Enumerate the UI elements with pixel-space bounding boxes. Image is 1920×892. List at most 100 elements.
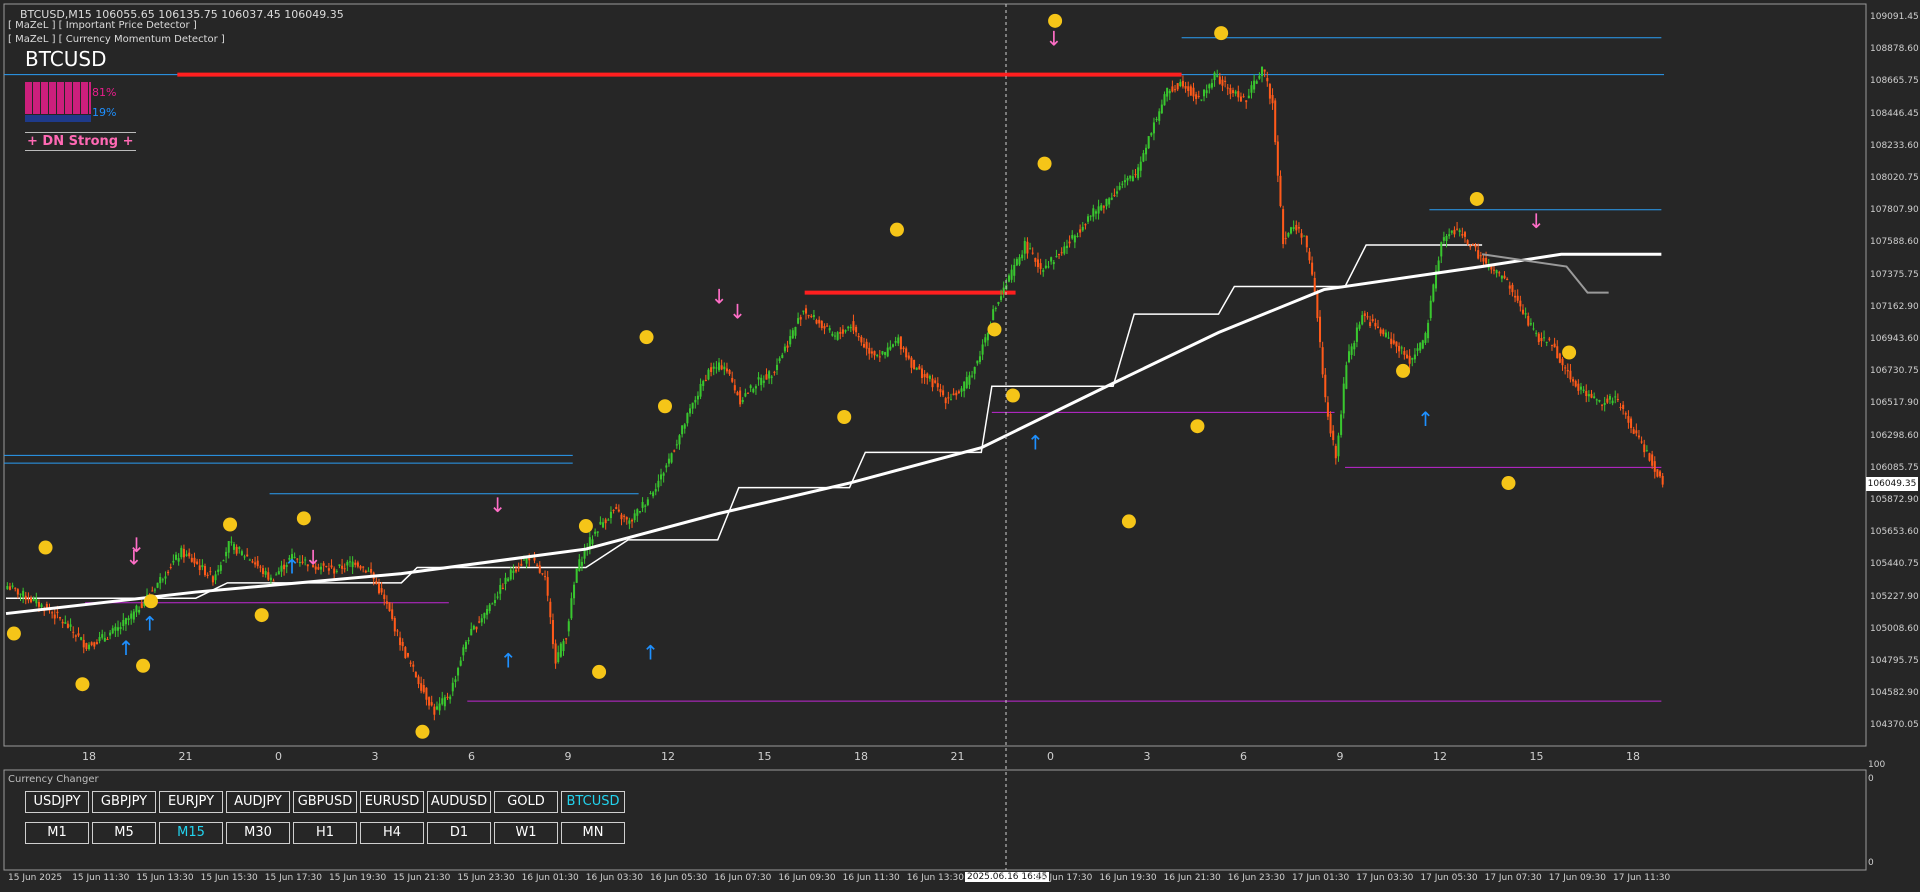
signal-dot-icon (136, 658, 151, 673)
candle-body (1585, 390, 1588, 396)
candle-body (1205, 90, 1208, 94)
candle-body (1092, 208, 1095, 217)
symbol-button-btcusd[interactable]: BTCUSD (561, 791, 625, 813)
timeframe-button-m15[interactable]: M15 (159, 822, 223, 844)
candle-body (127, 618, 130, 621)
candle-body (1218, 76, 1221, 84)
candle-body (359, 566, 362, 569)
candle-body (612, 509, 615, 511)
price-axis-label: 105227.90 (1870, 591, 1919, 602)
candle-body (646, 499, 649, 506)
projection-line (1481, 253, 1609, 294)
candle-body (190, 557, 193, 562)
candle-body (488, 604, 491, 611)
timeframe-button-w1[interactable]: W1 (494, 822, 558, 844)
candle-body (602, 522, 605, 528)
candle-body (393, 618, 396, 632)
sub-axis-bottom: 0 (1868, 858, 1874, 868)
candle-body (409, 662, 412, 664)
candle-body (1152, 122, 1155, 134)
timeframe-button-m5[interactable]: M5 (92, 822, 156, 844)
signal-dot-icon (1037, 156, 1052, 171)
candle-body (177, 558, 180, 562)
candle-body (1187, 86, 1190, 92)
time-axis-label: 16 Jun 03:30 (585, 873, 643, 883)
candle-body (438, 703, 441, 711)
candle-body (857, 336, 860, 338)
symbol-button-gold[interactable]: GOLD (494, 791, 558, 813)
buy-arrow-icon: ↑ (1027, 430, 1044, 454)
candle-body (541, 573, 544, 575)
hour-axis-label: 12 (661, 750, 675, 763)
candle-body (203, 566, 207, 576)
symbol-button-gbpusd[interactable]: GBPUSD (293, 791, 357, 813)
candle-body (976, 360, 979, 364)
candle-body (820, 320, 823, 328)
candle-body (1126, 178, 1129, 181)
candle-body (301, 561, 304, 563)
candle-body (1068, 241, 1071, 244)
timeframe-button-d1[interactable]: D1 (427, 822, 491, 844)
candle-body (61, 621, 64, 624)
candle-body (32, 598, 35, 601)
candle-body (836, 332, 839, 340)
candle-body (182, 548, 185, 558)
symbol-button-audusd[interactable]: AUDUSD (427, 791, 491, 813)
candle-body (1171, 86, 1174, 92)
candle-body (575, 568, 578, 583)
symbol-button-eurjpy[interactable]: EURJPY (159, 791, 223, 813)
time-axis-label: 16 Jun 01:30 (521, 873, 579, 883)
candle-body (1039, 263, 1042, 269)
symbol-button-usdjpy[interactable]: USDJPY (25, 791, 89, 813)
candle-body (1276, 141, 1279, 176)
candle-body (1239, 96, 1242, 102)
candle-body (77, 633, 80, 636)
time-axis-label: 15 Jun 21:30 (393, 873, 451, 883)
candle-body (1508, 285, 1511, 289)
candle-body (1637, 435, 1640, 438)
candle-body (88, 644, 91, 650)
timeframe-button-h1[interactable]: H1 (293, 822, 357, 844)
symbol-button-gbpjpy[interactable]: GBPJPY (92, 791, 156, 813)
symbol-button-audjpy[interactable]: AUDJPY (226, 791, 290, 813)
candle-body (1007, 275, 1010, 282)
candle-body (1627, 416, 1630, 423)
timeframe-button-h4[interactable]: H4 (360, 822, 424, 844)
candle-body (443, 697, 446, 707)
candle-body (240, 551, 243, 556)
timeframe-button-m30[interactable]: M30 (226, 822, 290, 844)
candle-body (1015, 259, 1018, 266)
candle-body (570, 598, 573, 619)
candle-body (1071, 235, 1074, 239)
candle-body (1492, 269, 1496, 271)
candle-body (886, 347, 889, 357)
candle-body (1424, 333, 1427, 343)
candle-body (1358, 324, 1361, 329)
buy-arrow-icon: ↑ (500, 648, 517, 672)
candle-body (538, 565, 541, 573)
signal-dot-icon (889, 222, 904, 237)
candle-body (1548, 338, 1551, 340)
candle-body (536, 564, 539, 566)
candle-body (920, 368, 924, 379)
candle-body (230, 541, 233, 543)
candle-body (1366, 316, 1369, 318)
candle-body (1540, 338, 1543, 342)
symbol-button-eurusd[interactable]: EURUSD (360, 791, 424, 813)
momentum-symbol: BTCUSD (25, 47, 107, 71)
candle-body (362, 566, 365, 568)
candle-body (878, 356, 881, 358)
candle-body (122, 619, 125, 627)
candle-body (1100, 205, 1103, 211)
candle-body (955, 392, 958, 396)
candle-body (736, 392, 739, 396)
candle-body (1342, 383, 1345, 414)
currency-changer-title: Currency Changer (8, 774, 99, 785)
timeframe-button-mn[interactable]: MN (561, 822, 625, 844)
candle-body (1189, 86, 1192, 96)
candle-body (870, 351, 873, 354)
timeframe-button-m1[interactable]: M1 (25, 822, 89, 844)
candle-body (522, 559, 525, 561)
candle-body (762, 380, 765, 383)
candle-body (140, 603, 143, 608)
